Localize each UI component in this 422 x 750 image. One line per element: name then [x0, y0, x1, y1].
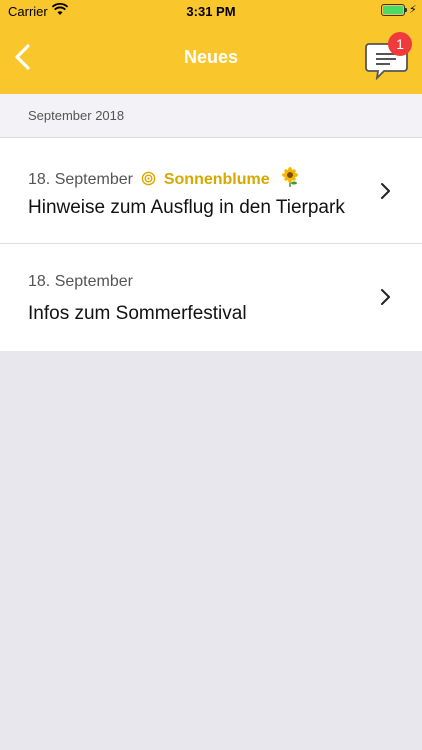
chevron-right-icon	[381, 183, 390, 199]
news-item-meta: 18. September Sonnenblume	[28, 167, 300, 189]
news-list: 18. September Sonnenblume Hinweise zum A…	[0, 138, 422, 351]
news-item-meta: 18. September	[28, 273, 133, 291]
notification-badge: 1	[388, 32, 412, 56]
status-bar: Carrier 3:31 PM ⚡	[0, 0, 422, 22]
news-item[interactable]: 18. September Sonnenblume Hinweise zum A…	[0, 138, 422, 244]
news-item-date: 18. September	[28, 171, 133, 188]
news-item-group: Sonnenblume	[163, 171, 270, 188]
battery-icon	[381, 4, 405, 16]
news-item-date: 18. September	[28, 273, 133, 290]
news-item-title: Infos zum Sommerfestival	[28, 303, 247, 324]
section-header: September 2018	[0, 94, 422, 138]
top-bar: Carrier 3:31 PM ⚡ Neues 1	[0, 0, 422, 94]
status-time: 3:31 PM	[186, 4, 236, 19]
sunflower-icon	[282, 167, 299, 187]
battery-tip	[405, 8, 407, 12]
group-target-icon	[142, 171, 156, 186]
page-title: Neues	[183, 47, 239, 67]
news-item[interactable]: 18. September Infos zum Sommerfestival	[0, 244, 422, 351]
section-label: September 2018	[28, 108, 125, 123]
chevron-right-icon	[381, 289, 390, 305]
news-item-title: Hinweise zum Ausflug in den Tierpark	[28, 197, 345, 218]
navigation-bar: Neues 1	[0, 22, 422, 94]
charging-icon: ⚡	[409, 4, 417, 16]
